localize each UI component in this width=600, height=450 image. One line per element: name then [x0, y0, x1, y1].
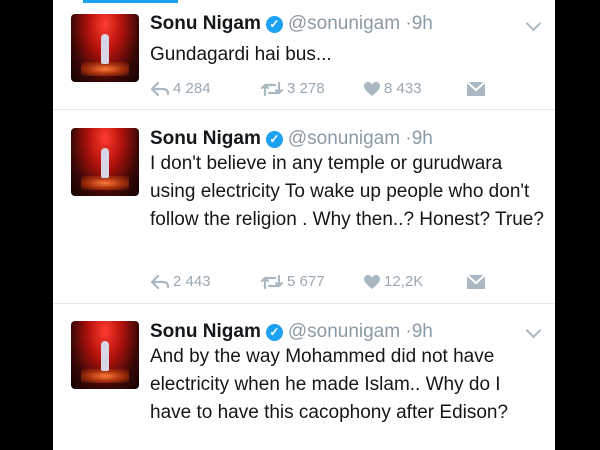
tweet[interactable]: Sonu Nigam ✓ @sonunigam ·9h And by the way… — [53, 304, 555, 450]
verified-badge-icon: ✓ — [265, 131, 283, 148]
tweet-header: Sonu Nigam ✓ @sonunigam ·9h — [150, 13, 433, 35]
tweet-text: I don't believe in any temple or gurudwa… — [150, 153, 544, 230]
retweet-button[interactable]: 5 677 — [260, 273, 325, 290]
author-name[interactable]: Sonu Nigam — [150, 128, 261, 149]
reply-icon — [150, 81, 170, 97]
verified-badge-icon: ✓ — [265, 324, 283, 341]
chevron-down-icon[interactable] — [525, 322, 542, 339]
tweet[interactable]: Sonu Nigam ✓ @sonunigam ·9h I don't believ… — [53, 110, 555, 304]
like-icon — [364, 275, 380, 289]
author-handle[interactable]: @sonunigam — [288, 128, 400, 149]
timestamp[interactable]: 9h — [412, 128, 433, 149]
tweet-header: Sonu Nigam ✓ @sonunigam ·9h — [150, 321, 433, 343]
timestamp[interactable]: 9h — [412, 321, 433, 342]
direct-message-icon — [466, 81, 486, 96]
like-button[interactable]: 8 433 — [363, 80, 422, 97]
avatar[interactable] — [71, 14, 139, 82]
tweet-text: And by the way Mohammed did not have ele… — [150, 346, 509, 423]
avatar[interactable] — [71, 128, 139, 196]
verified-badge-icon: ✓ — [265, 16, 283, 33]
reply-button[interactable]: 4 284 — [150, 80, 211, 97]
author-handle[interactable]: @sonunigam — [288, 321, 400, 342]
like-count: 8 433 — [384, 80, 422, 97]
direct-message-icon — [466, 274, 486, 289]
reply-button[interactable]: 2 443 — [150, 273, 211, 290]
reply-count: 2 443 — [173, 273, 211, 290]
tweet-text: Gundagardi hai bus... — [150, 44, 332, 65]
tweet-header: Sonu Nigam ✓ @sonunigam ·9h — [150, 128, 433, 150]
reply-count: 4 284 — [173, 80, 211, 97]
author-name[interactable]: Sonu Nigam — [150, 321, 261, 342]
like-button[interactable]: 12,2K — [363, 273, 423, 290]
timestamp[interactable]: 9h — [412, 13, 433, 34]
retweet-icon — [260, 81, 284, 97]
direct-message-button[interactable] — [466, 80, 489, 97]
reply-icon — [150, 274, 170, 290]
like-count: 12,2K — [384, 273, 424, 290]
like-icon — [364, 82, 380, 96]
tweet[interactable]: Sonu Nigam ✓ @sonunigam ·9h Gundagardi hai… — [53, 6, 555, 110]
retweet-button[interactable]: 3 278 — [260, 80, 325, 97]
active-tab-indicator — [83, 0, 178, 3]
chevron-down-icon[interactable] — [525, 15, 542, 32]
retweet-icon — [260, 274, 284, 290]
author-name[interactable]: Sonu Nigam — [150, 13, 261, 34]
avatar[interactable] — [71, 321, 139, 389]
timeline: Sonu Nigam ✓ @sonunigam ·9h Gundagardi hai… — [53, 0, 555, 450]
direct-message-button[interactable] — [466, 273, 489, 290]
retweet-count: 3 278 — [287, 80, 325, 97]
author-handle[interactable]: @sonunigam — [288, 13, 400, 34]
retweet-count: 5 677 — [287, 273, 325, 290]
